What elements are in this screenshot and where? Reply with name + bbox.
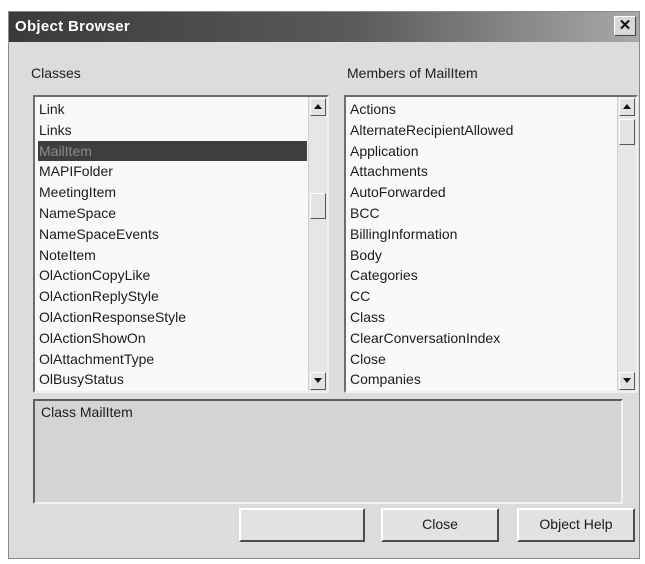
list-item[interactable]: OlBusyStatus (38, 369, 307, 390)
list-item[interactable]: MAPIFolder (38, 161, 307, 182)
list-item[interactable]: OlAttachmentType (38, 349, 307, 370)
close-button[interactable]: Close (381, 508, 499, 542)
list-item[interactable]: OlActionShowOn (38, 328, 307, 349)
list-item[interactable]: NoteItem (38, 245, 307, 266)
list-item[interactable]: ClearConversationIndex (349, 328, 616, 349)
arrow-down-icon (314, 378, 322, 383)
classes-list: Link Links MailItem MAPIFolder MeetingItem Na… (38, 99, 307, 390)
list-item[interactable]: Actions (349, 99, 616, 120)
classes-label: Classes (31, 65, 81, 81)
members-scroll-thumb[interactable] (619, 119, 635, 145)
close-window-button[interactable]: ✕ (614, 16, 636, 36)
list-item[interactable]: BillingInformation (349, 224, 616, 245)
classes-scroll-up-button[interactable] (310, 98, 326, 116)
list-item[interactable]: Companies (349, 369, 616, 390)
list-item[interactable]: Body (349, 245, 616, 266)
list-item[interactable]: NameSpaceEvents (38, 224, 307, 245)
list-item[interactable]: Links (38, 120, 307, 141)
list-item[interactable]: BCC (349, 203, 616, 224)
members-scroll-up-button[interactable] (619, 98, 635, 116)
arrow-up-icon (314, 104, 322, 109)
list-item[interactable]: Class (349, 307, 616, 328)
list-item[interactable]: Attachments (349, 161, 616, 182)
list-item[interactable]: Close (349, 349, 616, 370)
arrow-up-icon (623, 104, 631, 109)
classes-listbox[interactable]: Link Links MailItem MAPIFolder MeetingItem Na… (33, 95, 329, 393)
window-title: Object Browser (15, 18, 131, 35)
list-item[interactable]: OlActionReplyStyle (38, 286, 307, 307)
list-item[interactable]: AutoForwarded (349, 182, 616, 203)
list-item[interactable]: Application (349, 141, 616, 162)
members-list: Actions AlternateRecipientAllowed Applicat… (349, 99, 616, 390)
classes-scroll-down-button[interactable] (310, 372, 326, 390)
disabled-button[interactable] (239, 508, 365, 542)
description-pane: Class MailItem (33, 399, 623, 504)
list-item[interactable]: Link (38, 99, 307, 120)
list-item[interactable]: Categories (349, 265, 616, 286)
classes-scrollbar[interactable] (308, 97, 327, 391)
object-help-button[interactable]: Object Help (517, 508, 635, 542)
members-label: Members of MailItem (347, 65, 478, 81)
list-item[interactable]: NameSpace (38, 203, 307, 224)
list-item[interactable]: AlternateRecipientAllowed (349, 120, 616, 141)
list-item[interactable]: OlActionResponseStyle (38, 307, 307, 328)
arrow-down-icon (623, 378, 631, 383)
classes-scroll-thumb[interactable] (310, 193, 326, 219)
object-browser-dialog: Object Browser ✕ Classes Members of Mail… (8, 11, 640, 559)
list-item[interactable]: OlActionCopyLike (38, 265, 307, 286)
members-scroll-down-button[interactable] (619, 372, 635, 390)
list-item[interactable]: MeetingItem (38, 182, 307, 203)
list-item[interactable]: MailItem (38, 140, 307, 162)
description-text: Class MailItem (41, 404, 133, 420)
title-bar[interactable]: Object Browser ✕ (9, 12, 639, 42)
list-item[interactable]: CC (349, 286, 616, 307)
members-scrollbar[interactable] (617, 97, 636, 391)
members-listbox[interactable]: Actions AlternateRecipientAllowed Applicat… (344, 95, 638, 393)
